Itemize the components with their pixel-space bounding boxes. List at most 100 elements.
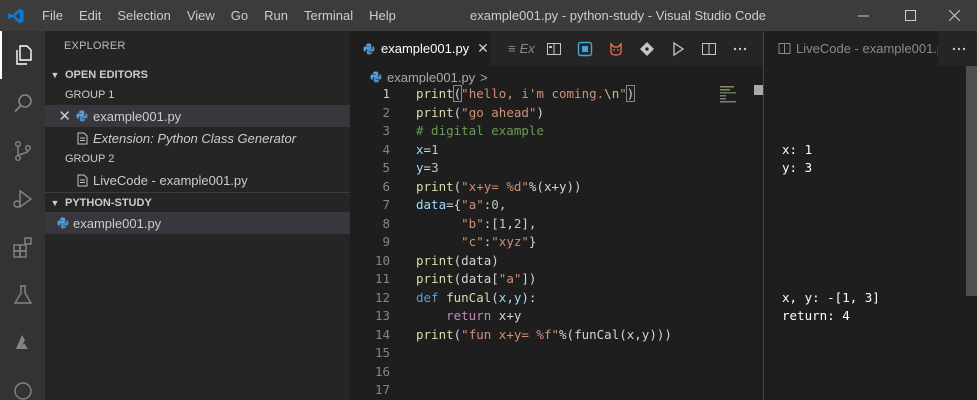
open-editor-livecode[interactable]: LiveCode - example001.py	[45, 169, 350, 191]
code-line[interactable]: 1 print("hello, i'm coming.\n")	[350, 85, 764, 103]
close-window-icon[interactable]	[931, 0, 977, 31]
more-actions-icon[interactable]	[724, 31, 755, 66]
git-compare-icon[interactable]	[631, 31, 662, 66]
code-line[interactable]: 11 print(data["a"])	[350, 270, 764, 288]
explorer-icon[interactable]	[0, 31, 45, 79]
menu-item-view[interactable]: View	[179, 0, 223, 31]
code-token: print	[416, 326, 454, 342]
open-editor-extension[interactable]: Extension: Python Class Generator	[45, 127, 350, 149]
livecode-output: x: 1 y: 3 x, y: -[1, 3] return: 4	[764, 66, 977, 400]
code-line[interactable]: 2 print("go ahead")	[350, 104, 764, 122]
code-line[interactable]: 17	[350, 381, 764, 399]
open-editors-section[interactable]: ▼ OPEN EDITORS	[45, 64, 350, 86]
testing-icon[interactable]	[0, 271, 45, 319]
open-editor-label: LiveCode - example001.py	[93, 172, 248, 188]
run-file-icon[interactable]	[662, 31, 693, 66]
line-number: 9	[382, 234, 390, 249]
code-token: %(x+y))	[528, 178, 582, 194]
code-line[interactable]: 14 print("fun x+y= %f"%(funCal(x,y)))	[350, 326, 764, 344]
file-example001[interactable]: example001.py	[45, 212, 350, 234]
code-token: print	[416, 178, 454, 194]
line-number: 15	[374, 345, 390, 360]
code-token: # digital example	[416, 123, 544, 138]
code-text: data={"a":0,	[416, 196, 506, 214]
record-icon[interactable]	[569, 31, 600, 66]
line-number: 1	[382, 86, 390, 101]
run-debug-icon[interactable]	[0, 175, 45, 223]
code-line[interactable]: 8 "b":[1,2],	[350, 215, 764, 233]
code-text: print(data["a"])	[416, 270, 536, 288]
close-tab-icon[interactable]: ✕	[477, 40, 489, 57]
group-1-label: GROUP 1	[65, 89, 115, 101]
code-token: y	[416, 160, 424, 175]
close-editor-icon[interactable]: ✕	[45, 107, 71, 125]
code-token: "	[619, 86, 627, 101]
code-text: def funCal(x,y):	[416, 289, 536, 307]
group-2-label: GROUP 2	[65, 153, 115, 165]
code-token: 0	[491, 197, 499, 212]
code-token: 1	[431, 141, 439, 157]
code-token: "xyz"	[491, 234, 529, 249]
menu-item-file[interactable]: File	[34, 0, 71, 31]
cat-icon[interactable]	[600, 31, 631, 66]
vscode-logo-icon	[2, 0, 30, 31]
split-editor-icon[interactable]	[693, 31, 724, 66]
account-icon[interactable]	[0, 367, 45, 400]
code-token: ])	[521, 271, 537, 286]
tab-label: example001.py	[381, 41, 470, 56]
breadcrumb-separator: >	[480, 69, 488, 85]
code-line[interactable]: 4 x=1	[350, 141, 764, 159]
activity-bar	[0, 31, 45, 400]
maximize-icon[interactable]	[887, 0, 933, 31]
line-number: 6	[382, 178, 390, 194]
livecode-output-line: x: 1	[782, 141, 813, 157]
code-line[interactable]: 15	[350, 344, 764, 362]
more-actions-icon[interactable]	[940, 31, 977, 66]
menu-item-selection[interactable]: Selection	[109, 0, 178, 31]
code-token: "a"	[461, 197, 484, 212]
search-icon[interactable]	[0, 79, 45, 127]
tab-label: LiveCode - example001.py	[796, 41, 938, 56]
code-line[interactable]: 16	[350, 363, 764, 381]
code-line[interactable]: 6 print("x+y= %d"%(x+y))	[350, 178, 764, 196]
code-line[interactable]: 3 # digital example	[350, 122, 764, 140]
menu-item-run[interactable]: Run	[256, 0, 296, 31]
code-token: )	[536, 104, 544, 120]
code-line[interactable]: 5 y=3	[350, 159, 764, 177]
code-token: )	[625, 85, 636, 102]
open-preview-icon[interactable]	[538, 31, 569, 66]
extensions-icon[interactable]	[0, 223, 45, 271]
minimap[interactable]	[720, 85, 754, 125]
menu-item-edit[interactable]: Edit	[71, 0, 109, 31]
folder-section[interactable]: ▼ PYTHON-STUDY	[45, 192, 350, 214]
code-token: return	[446, 308, 492, 323]
open-editor-example001[interactable]: ✕ example001.py	[45, 105, 350, 127]
menu-item-terminal[interactable]: Terminal	[296, 0, 361, 31]
menu-item-go[interactable]: Go	[223, 0, 256, 31]
code-text: print(data)	[416, 252, 499, 270]
tab-livecode[interactable]: LiveCode - example001.py	[764, 31, 938, 66]
code-line[interactable]: 7 data={"a":0,	[350, 196, 764, 214]
code-line[interactable]: 12 def funCal(x,y):	[350, 289, 764, 307]
minimize-icon[interactable]	[840, 0, 886, 31]
source-control-icon[interactable]	[0, 127, 45, 175]
open-editors-label: OPEN EDITORS	[65, 69, 148, 81]
azure-icon[interactable]	[0, 319, 45, 367]
tab-extension[interactable]: ≡ Ex	[490, 31, 542, 66]
code-editor[interactable]: 1 print("hello, i'm coming.\n") 2 print("go…	[350, 85, 764, 400]
code-token: "c"	[461, 234, 484, 249]
code-text: print("hello, i'm coming.\n")	[416, 85, 636, 103]
tab-example001[interactable]: example001.py ✕	[350, 31, 490, 66]
editor-scrollbar-thumb[interactable]	[754, 85, 763, 95]
code-token: :[	[483, 215, 499, 231]
menu-item-help[interactable]: Help	[361, 0, 404, 31]
code-line[interactable]: 10 print(data)	[350, 252, 764, 270]
line-number: 2	[382, 104, 390, 120]
code-line[interactable]: 13 return x+y	[350, 307, 764, 325]
livecode-scrollbar[interactable]	[966, 66, 977, 296]
breadcrumb-file[interactable]: example001.py	[387, 70, 475, 85]
code-line[interactable]: 9 "c":"xyz"}	[350, 233, 764, 251]
code-token: }	[528, 234, 537, 249]
code-token: =	[423, 141, 432, 157]
